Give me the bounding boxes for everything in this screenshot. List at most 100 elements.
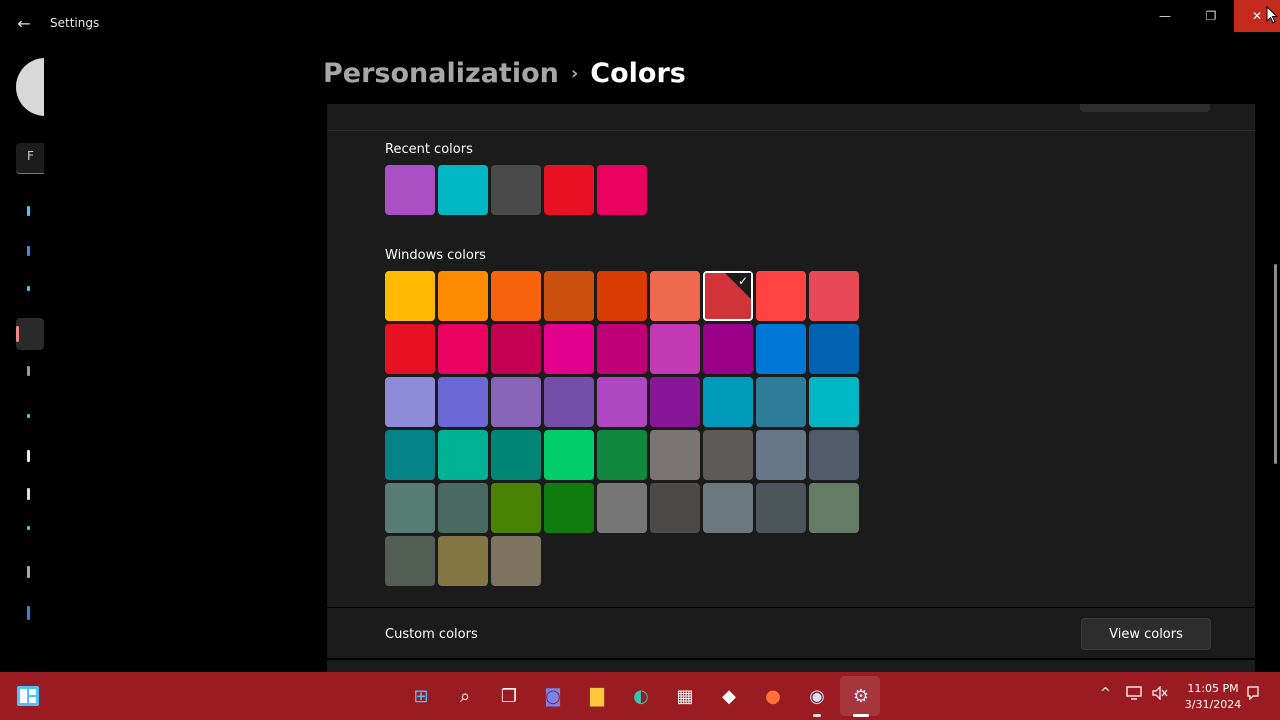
search-icon[interactable]: ⌕ (451, 682, 479, 710)
steam-icon[interactable]: ◉ (803, 682, 831, 710)
recent-color-swatch[interactable] (544, 165, 594, 215)
windows-color-swatch[interactable] (756, 483, 806, 533)
edge-icon[interactable]: ◐ (627, 682, 655, 710)
windows-color-swatch[interactable] (385, 271, 435, 321)
accent-mode-dropdown[interactable] (1080, 104, 1210, 112)
windows-color-swatch[interactable] (650, 483, 700, 533)
windows-color-swatch[interactable] (438, 483, 488, 533)
gaming-icon[interactable] (27, 488, 30, 500)
task-view-icon[interactable]: ❐ (495, 682, 523, 710)
avatar[interactable] (16, 58, 44, 116)
widgets-icon[interactable] (14, 682, 42, 710)
windows-color-swatch[interactable] (385, 324, 435, 374)
mouse-cursor-icon (1266, 6, 1278, 24)
windows-color-swatch[interactable] (491, 377, 541, 427)
windows-color-swatch[interactable] (756, 430, 806, 480)
windows-color-swatch[interactable] (650, 430, 700, 480)
clock-time: 11:05 PM (1187, 682, 1239, 695)
bluetooth-icon[interactable] (27, 246, 30, 256)
system-clock[interactable]: 11:05 PM 3/31/2024 (1180, 681, 1246, 713)
app-title: Settings (50, 16, 100, 30)
windows-color-swatch[interactable] (597, 430, 647, 480)
accessibility-icon[interactable] (27, 526, 30, 530)
windows-color-swatch[interactable] (756, 271, 806, 321)
windows-color-swatch[interactable] (597, 377, 647, 427)
page-title: Colors (590, 58, 686, 89)
minimize-button[interactable]: — (1142, 0, 1188, 32)
windows-color-swatch[interactable] (544, 483, 594, 533)
windows-color-swatch[interactable] (491, 483, 541, 533)
breadcrumb-parent[interactable]: Personalization (323, 58, 559, 89)
back-arrow-icon[interactable]: ← (12, 12, 36, 36)
windows-color-swatch[interactable] (491, 430, 541, 480)
windows-color-swatch[interactable] (809, 324, 859, 374)
time-language-icon[interactable] (27, 450, 30, 462)
custom-colors-card: Custom colors View colors (327, 608, 1255, 658)
find-setting-placeholder: F (27, 149, 34, 163)
recent-colors-label: Recent colors (385, 142, 473, 157)
checkmark-icon: ✓ (737, 274, 748, 288)
windows-color-swatch[interactable] (597, 483, 647, 533)
windows-color-swatch[interactable] (544, 377, 594, 427)
recent-color-swatch[interactable] (491, 165, 541, 215)
windows-color-swatch[interactable] (597, 324, 647, 374)
windows-color-swatch[interactable] (544, 271, 594, 321)
windows-color-swatch[interactable] (650, 377, 700, 427)
windows-color-swatch[interactable] (438, 271, 488, 321)
windows-color-swatch[interactable] (650, 271, 700, 321)
windows-color-swatch[interactable] (544, 324, 594, 374)
roblox-icon[interactable]: ◆ (715, 682, 743, 710)
scrollbar[interactable] (1274, 264, 1277, 464)
windows-color-swatch[interactable] (544, 430, 594, 480)
windows-color-swatch[interactable] (385, 430, 435, 480)
store-icon[interactable]: ▦ (671, 682, 699, 710)
windows-color-swatch[interactable] (809, 271, 859, 321)
windows-colors-row (385, 536, 541, 586)
recent-color-swatch[interactable] (597, 165, 647, 215)
restore-button[interactable]: ❐ (1188, 0, 1234, 32)
windows-color-swatch[interactable] (650, 324, 700, 374)
nav-item-personalization[interactable] (16, 318, 44, 350)
windows-color-swatch[interactable] (756, 377, 806, 427)
start-icon[interactable]: ⊞ (407, 682, 435, 710)
breadcrumb: Personalization › Colors (323, 58, 686, 89)
accounts-icon[interactable] (27, 414, 30, 418)
system-icon[interactable] (27, 206, 30, 216)
windows-color-swatch[interactable] (756, 324, 806, 374)
file-explorer-icon[interactable]: ▇ (583, 682, 611, 710)
windows-color-swatch[interactable] (385, 536, 435, 586)
windows-color-swatch[interactable] (597, 271, 647, 321)
recent-color-swatch[interactable] (385, 165, 435, 215)
windows-color-swatch[interactable] (385, 377, 435, 427)
volume-muted-icon[interactable] (1152, 685, 1168, 704)
network-icon[interactable] (27, 286, 30, 291)
view-colors-button[interactable]: View colors (1081, 618, 1211, 650)
recent-color-swatch[interactable] (438, 165, 488, 215)
windows-color-swatch[interactable] (438, 536, 488, 586)
windows-update-icon[interactable] (27, 606, 30, 620)
windows-color-swatch[interactable] (438, 377, 488, 427)
network-status-icon[interactable] (1126, 686, 1142, 704)
show-hidden-icons-chevron-icon[interactable]: ^ (1100, 686, 1111, 701)
chat-icon[interactable]: ◙ (539, 682, 567, 710)
windows-color-swatch[interactable] (491, 536, 541, 586)
notification-icon[interactable] (1246, 686, 1260, 704)
windows-color-swatch[interactable] (438, 324, 488, 374)
settings-icon[interactable]: ⚙ (847, 682, 875, 710)
apps-icon[interactable] (27, 366, 30, 376)
windows-color-swatch[interactable] (809, 483, 859, 533)
windows-color-swatch[interactable] (491, 324, 541, 374)
color-palette-card: Recent colors Windows colors ✓ (327, 131, 1255, 607)
windows-color-swatch[interactable] (809, 430, 859, 480)
windows-color-swatch-selected[interactable]: ✓ (703, 271, 753, 321)
windows-color-swatch[interactable] (385, 483, 435, 533)
windows-color-swatch[interactable] (703, 483, 753, 533)
windows-color-swatch[interactable] (703, 324, 753, 374)
windows-color-swatch[interactable] (809, 377, 859, 427)
windows-color-swatch[interactable] (438, 430, 488, 480)
privacy-icon[interactable] (27, 566, 30, 578)
windows-color-swatch[interactable] (703, 430, 753, 480)
windows-color-swatch[interactable] (491, 271, 541, 321)
windows-color-swatch[interactable] (703, 377, 753, 427)
firefox-icon[interactable]: ● (759, 682, 787, 710)
